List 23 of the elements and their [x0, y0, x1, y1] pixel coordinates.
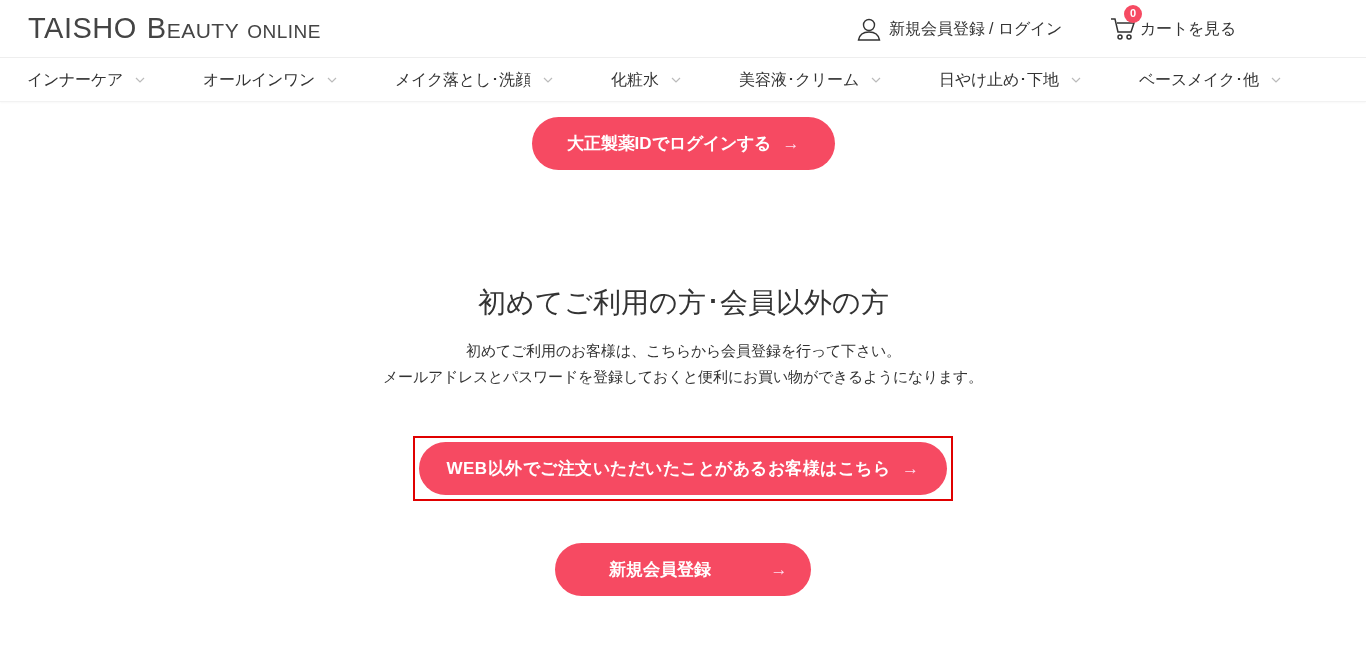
- chevron-down-icon: [871, 76, 881, 83]
- logo[interactable]: TAISHO BEAUTY ONLINE: [28, 6, 321, 51]
- nav-menu-item[interactable]: 日やけ止め･下地: [939, 67, 1059, 92]
- nav-menu-item[interactable]: ベースメイク･他: [1139, 67, 1259, 92]
- chevron-down-icon: [671, 76, 681, 83]
- nav-menu-item[interactable]: オールインワン: [203, 67, 315, 92]
- description-text: メールアドレスとパスワードを登録しておくと便利にお買い物ができるようになります。: [383, 367, 983, 387]
- account-link[interactable]: 新規会員登録 / ログイン: [888, 16, 1062, 41]
- user-icon: [856, 16, 881, 41]
- cart-icon: [1110, 16, 1136, 41]
- chevron-down-icon: [1071, 76, 1081, 83]
- chevron-down-icon: [1271, 76, 1281, 83]
- nav-menu-item[interactable]: 化粧水: [611, 67, 659, 92]
- nav-menu-item[interactable]: 美容液･クリーム: [739, 67, 859, 92]
- chevron-down-icon: [135, 76, 145, 83]
- cart-link[interactable]: カートを見る: [1140, 16, 1236, 41]
- section-title: 初めてご利用の方･会員以外の方: [477, 286, 889, 320]
- description-text: 初めてご利用のお客様は、こちらから会員登録を行って下さい。: [465, 341, 901, 361]
- nav-menu-item[interactable]: メイク落とし･洗顔: [395, 67, 531, 92]
- nav-menu-item[interactable]: インナーケア: [27, 67, 123, 92]
- chevron-down-icon: [327, 76, 337, 83]
- cart-count-badge: 0: [1124, 4, 1142, 23]
- chevron-down-icon: [543, 76, 553, 83]
